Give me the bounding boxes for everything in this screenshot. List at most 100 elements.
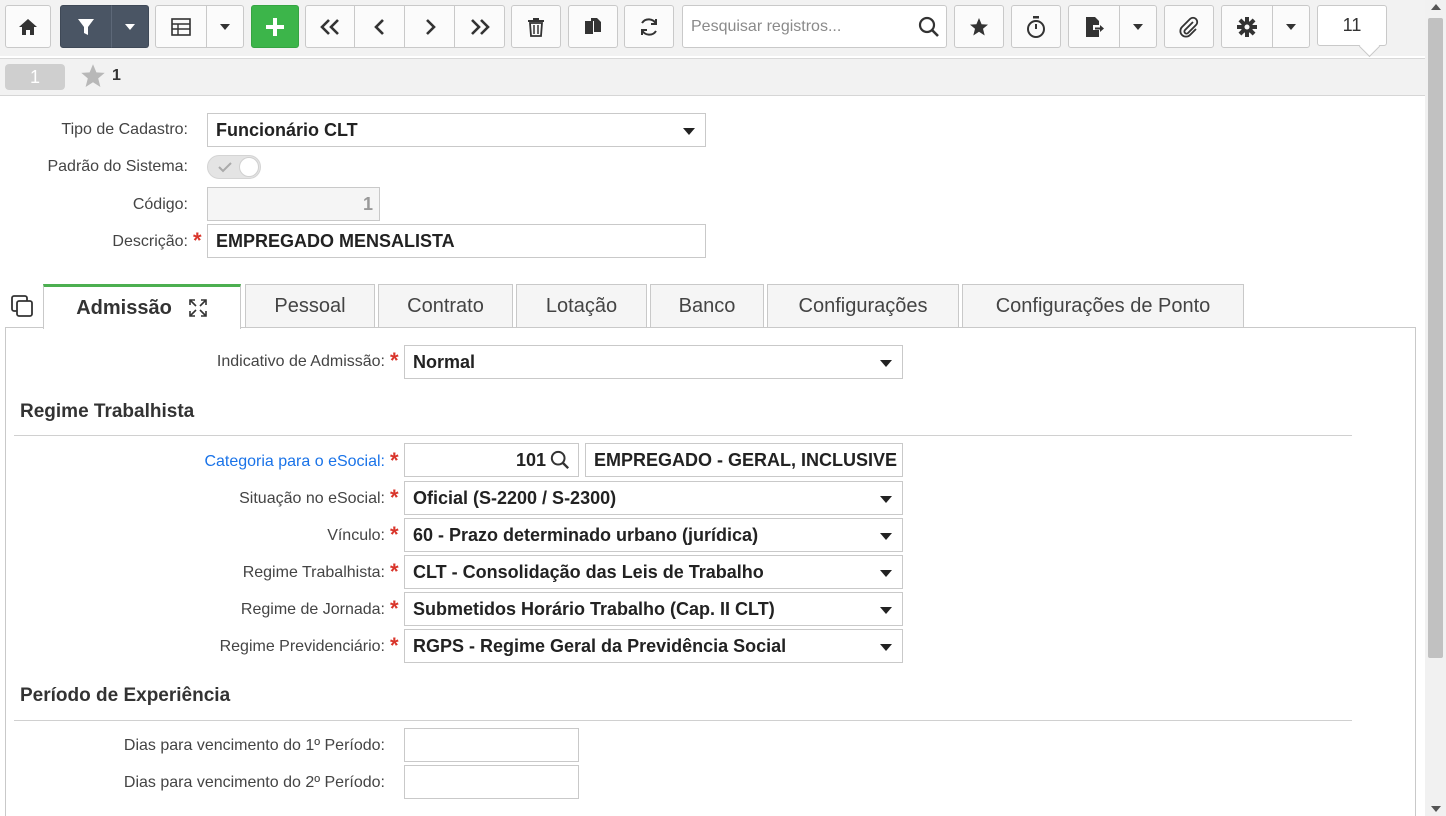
required-asterisk: *: [390, 522, 399, 547]
padrao-sistema-label: Padrão do Sistema:: [47, 158, 188, 175]
last-record-button[interactable]: [454, 5, 505, 48]
categoria-description: EMPREGADO - GERAL, INCLUSIVE: [594, 449, 898, 470]
required-asterisk: *: [193, 228, 202, 253]
export-icon: [1086, 16, 1104, 37]
next-icon: [425, 18, 436, 35]
check-icon: [218, 162, 232, 173]
star-icon: [81, 64, 105, 88]
first-record-button[interactable]: [305, 5, 355, 48]
tab-contrato-label: Contrato: [407, 295, 484, 317]
copy-icon: [585, 17, 601, 34]
categoria-description-field: EMPREGADO - GERAL, INCLUSIVE: [585, 443, 903, 477]
scroll-down-icon[interactable]: [1431, 806, 1441, 812]
regime-previdenciario-label: Regime Previdenciário:: [219, 638, 385, 655]
descricao-label: Descrição:: [112, 233, 188, 250]
grid-view-button[interactable]: [155, 5, 207, 48]
chevron-down-icon: [1133, 23, 1143, 30]
tab-lotacao[interactable]: Lotação: [516, 284, 647, 328]
tab-configuracoes[interactable]: Configurações: [767, 284, 959, 328]
tab-configuracoes-ponto-label: Configurações de Ponto: [995, 295, 1211, 317]
regime-previdenciario-select[interactable]: RGPS - Regime Geral da Previdência Socia…: [404, 629, 903, 663]
required-asterisk: *: [390, 596, 399, 621]
tab-configuracoes-ponto[interactable]: Configurações de Ponto: [962, 284, 1244, 328]
grid-icon: [171, 17, 191, 36]
delete-button[interactable]: [511, 5, 561, 48]
indicativo-value: Normal: [413, 351, 476, 372]
add-button[interactable]: [251, 5, 299, 48]
codigo-field: 1: [207, 187, 380, 221]
filter-dropdown-button[interactable]: [111, 5, 149, 48]
settings-button[interactable]: [1221, 5, 1273, 48]
tab-admissao-label: Admissão: [76, 296, 172, 319]
filter-button[interactable]: [60, 5, 112, 48]
tipo-cadastro-label: Tipo de Cadastro:: [61, 121, 188, 138]
required-asterisk: *: [390, 559, 399, 584]
tab-pessoal[interactable]: Pessoal: [245, 284, 375, 328]
export-button[interactable]: [1068, 5, 1120, 48]
section-divider: [14, 435, 1352, 436]
prev-icon: [373, 18, 384, 35]
previous-record-button[interactable]: [354, 5, 405, 48]
regime-jornada-select[interactable]: Submetidos Horário Trabalho (Cap. II CLT…: [404, 592, 903, 626]
attachment-button[interactable]: [1164, 5, 1214, 48]
tab-admissao[interactable]: Admissão: [43, 284, 241, 329]
descricao-value: EMPREGADO MENSALISTA: [216, 230, 455, 251]
required-asterisk: *: [390, 348, 399, 373]
record-tab-label: 1: [29, 66, 40, 87]
search-icon[interactable]: [918, 16, 940, 38]
required-asterisk: *: [390, 633, 399, 658]
categoria-code-input[interactable]: 101: [404, 443, 579, 477]
chevron-down-icon: [1286, 23, 1296, 30]
settings-dropdown-button[interactable]: [1272, 5, 1310, 48]
toggle-knob: [239, 157, 259, 177]
section-divider: [14, 720, 1352, 721]
regime-jornada-label: Regime de Jornada:: [240, 601, 385, 618]
situacao-label: Situação no eSocial:: [239, 490, 385, 507]
tab-banco-label: Banco: [678, 295, 736, 317]
timer-button[interactable]: [1011, 5, 1061, 48]
padrao-sistema-toggle[interactable]: [207, 155, 261, 179]
expand-icon[interactable]: [188, 298, 208, 318]
gear-icon: [1237, 16, 1257, 37]
scrollbar-thumb[interactable]: [1428, 18, 1443, 658]
favorites[interactable]: 1: [80, 63, 121, 89]
vinculo-value: 60 - Prazo determinado urbano (jurídica): [413, 524, 759, 545]
plus-icon: [266, 17, 284, 36]
scroll-up-icon[interactable]: [1431, 4, 1441, 10]
export-dropdown-button[interactable]: [1119, 5, 1157, 48]
vinculo-label: Vínculo:: [327, 527, 385, 544]
vinculo-select[interactable]: 60 - Prazo determinado urbano (jurídica): [404, 518, 903, 552]
copy-panel-icon[interactable]: [11, 295, 35, 319]
home-button[interactable]: [5, 5, 51, 48]
dias-1-input[interactable]: [404, 728, 579, 762]
search-input[interactable]: [689, 14, 914, 40]
refresh-button[interactable]: [624, 5, 674, 48]
tipo-cadastro-select[interactable]: Funcionário CLT: [207, 113, 706, 147]
favorite-button[interactable]: [954, 5, 1004, 48]
categoria-code: 101: [515, 449, 546, 470]
duplicate-button[interactable]: [568, 5, 618, 48]
vertical-scrollbar[interactable]: [1425, 0, 1446, 816]
tab-contrato[interactable]: Contrato: [378, 284, 513, 328]
categoria-label[interactable]: Categoria para o eSocial:: [204, 453, 385, 471]
descricao-input[interactable]: EMPREGADO MENSALISTA: [207, 224, 706, 258]
record-tab[interactable]: 1: [5, 64, 65, 90]
regime-section-title: Regime Trabalhista: [20, 401, 195, 422]
trash-icon: [528, 17, 544, 37]
regime-jornada-value: Submetidos Horário Trabalho (Cap. II CLT…: [413, 598, 775, 619]
paperclip-icon: [1179, 16, 1199, 38]
regime-trabalhista-select[interactable]: CLT - Consolidação das Leis de Trabalho: [404, 555, 903, 589]
grid-dropdown-button[interactable]: [206, 5, 244, 48]
toolbar: 11: [0, 0, 1425, 56]
favorite-count: 1: [112, 67, 121, 84]
search-icon[interactable]: [550, 450, 570, 470]
search-box: [682, 5, 947, 48]
chevron-down-icon: [220, 23, 230, 30]
indicativo-select[interactable]: Normal: [404, 345, 903, 379]
tab-pessoal-label: Pessoal: [274, 295, 346, 317]
record-count[interactable]: 11: [1317, 5, 1387, 46]
tab-banco[interactable]: Banco: [650, 284, 764, 328]
situacao-select[interactable]: Oficial (S-2200 / S-2300): [404, 481, 903, 515]
next-record-button[interactable]: [404, 5, 455, 48]
dias-2-input[interactable]: [404, 765, 579, 799]
